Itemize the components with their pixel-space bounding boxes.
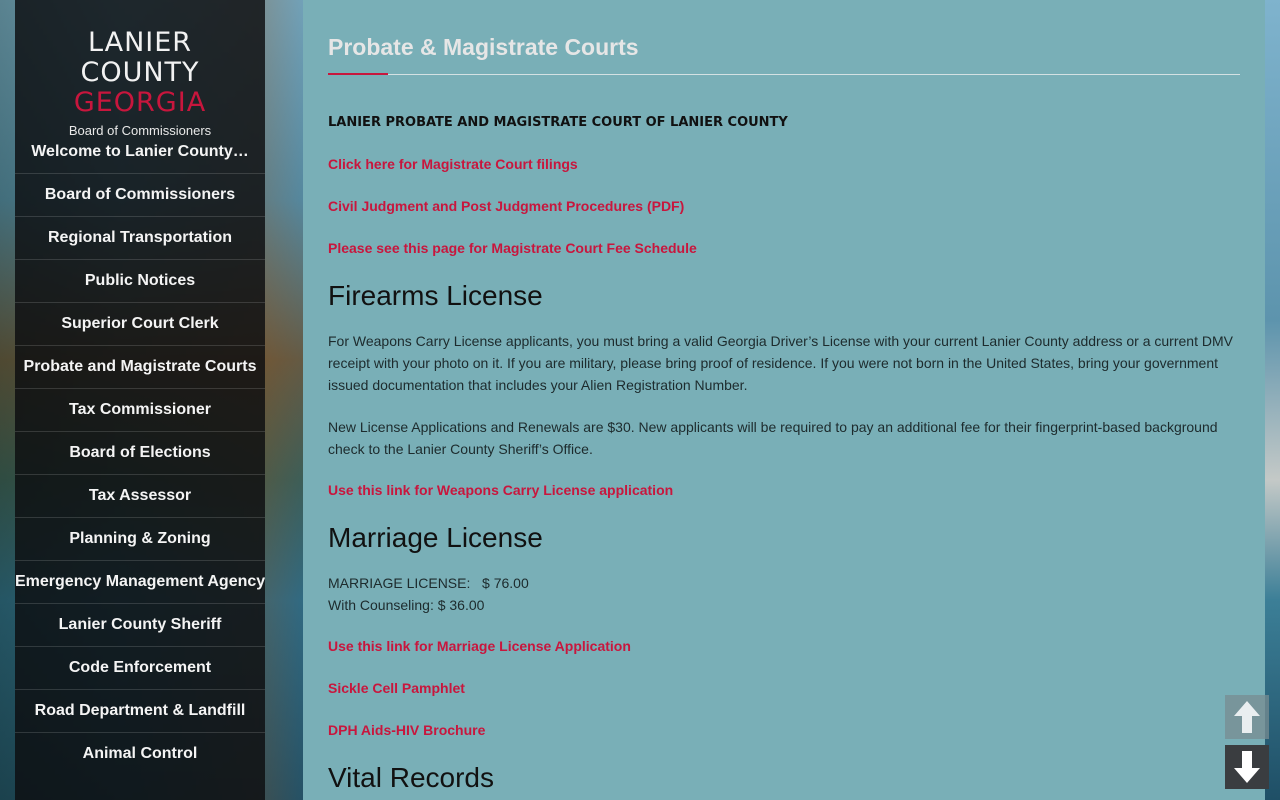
arrow-down-icon [1234,751,1260,783]
nav-item-probate-magistrate[interactable]: Probate and Magistrate Courts [15,345,265,388]
fee-schedule-link[interactable]: Please see this page for Magistrate Cour… [328,238,697,258]
court-heading: LANIER PROBATE AND MAGISTRATE COURT OF L… [328,115,788,130]
nav-item-emergency-management[interactable]: Emergency Management Agency [15,560,265,603]
sidebar: LANIER COUNTY GEORGIA Board of Commissio… [15,0,265,800]
nav-item-superior-court-clerk[interactable]: Superior Court Clerk [15,302,265,345]
nav-item-board-of-commissioners[interactable]: Board of Commissioners [15,173,265,216]
sickle-cell-pamphlet-link[interactable]: Sickle Cell Pamphlet [328,678,465,698]
scroll-up-button[interactable] [1225,695,1269,739]
nav-item-code-enforcement[interactable]: Code Enforcement [15,646,265,689]
counseling-fee-line: With Counseling: $ 36.00 [328,597,485,613]
nav-item-regional-transportation[interactable]: Regional Transportation [15,216,265,259]
firearms-heading: Firearms License [328,280,543,311]
firearms-fees-text: New License Applications and Renewals ar… [328,419,1218,457]
hiv-brochure-link[interactable]: DPH Aids-HIV Brochure [328,720,485,740]
logo-line-georgia: GEORGIA [73,87,207,118]
scroll-down-button[interactable] [1225,745,1269,789]
weapons-carry-application-link[interactable]: Use this link for Weapons Carry License … [328,480,673,500]
site-logo[interactable]: LANIER COUNTY GEORGIA Board of Commissio… [15,0,265,139]
nav-item-tax-assessor[interactable]: Tax Assessor [15,474,265,517]
marriage-fee-line: MARRIAGE LICENSE: $ 76.00 [328,575,529,591]
nav-item-welcome[interactable]: Welcome to Lanier County… [15,131,265,173]
magistrate-filings-link[interactable]: Click here for Magistrate Court filings [328,154,578,174]
arrow-up-icon [1234,701,1260,733]
nav-item-planning-zoning[interactable]: Planning & Zoning [15,517,265,560]
civil-judgment-pdf-link[interactable]: Civil Judgment and Post Judgment Procedu… [328,196,684,216]
background-scenery-right [1265,0,1280,800]
sidebar-nav: Welcome to Lanier County… Board of Commi… [15,131,265,775]
nav-item-public-notices[interactable]: Public Notices [15,259,265,302]
marriage-application-link[interactable]: Use this link for Marriage License Appli… [328,636,631,656]
nav-item-animal-control[interactable]: Animal Control [15,732,265,775]
main-content: Probate & Magistrate Courts LANIER PROBA… [303,0,1265,800]
title-divider-accent [328,73,388,75]
nav-item-road-department[interactable]: Road Department & Landfill [15,689,265,732]
logo-line-lanier: LANIER [87,27,193,58]
nav-item-sheriff[interactable]: Lanier County Sheriff [15,603,265,646]
nav-item-board-of-elections[interactable]: Board of Elections [15,431,265,474]
title-divider [328,73,1240,75]
nav-item-tax-commissioner[interactable]: Tax Commissioner [15,388,265,431]
marriage-heading: Marriage License [328,522,543,553]
page-title: Probate & Magistrate Courts [328,34,639,60]
logo-line-county: COUNTY [80,57,200,88]
vital-records-heading: Vital Records [328,762,495,793]
firearms-requirements-text: For Weapons Carry License applicants, yo… [328,333,1233,393]
